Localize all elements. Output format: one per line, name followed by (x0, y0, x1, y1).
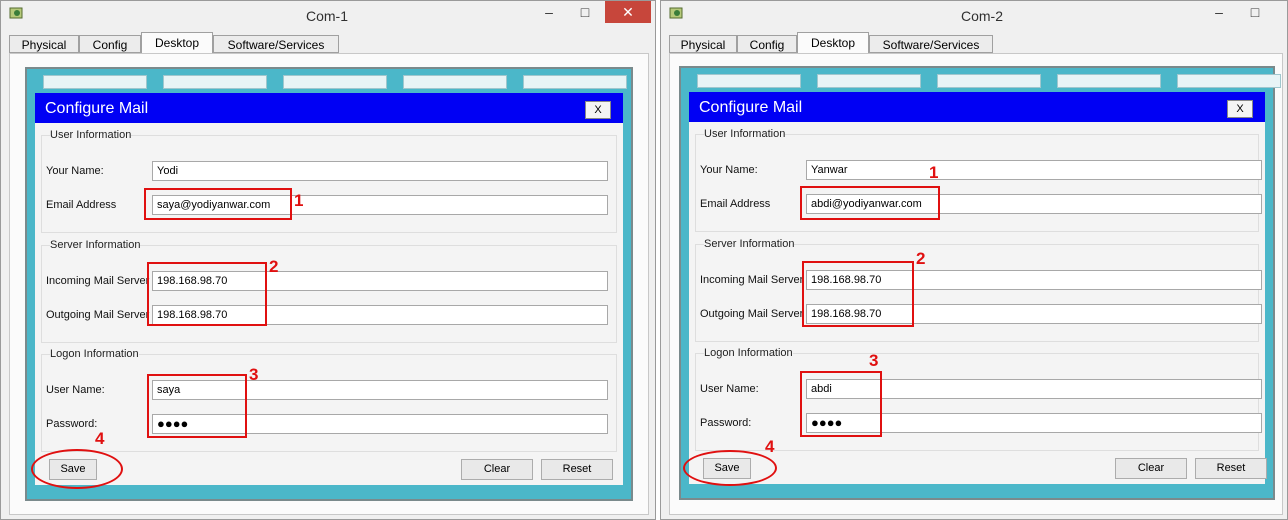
title-bar[interactable]: Com-2 – □ (661, 1, 1287, 31)
dialog-close-button[interactable]: X (585, 101, 611, 119)
dialog-title: Configure Mail (45, 100, 149, 117)
incoming-mail-server-label: Incoming Mail Server (700, 274, 804, 286)
your-name-input[interactable]: Yodi (152, 161, 608, 181)
email-address-label: Email Address (46, 199, 117, 211)
configure-mail-dialog: Configure Mail X User Information Your N… (689, 92, 1267, 484)
packet-tracer-icon (669, 7, 683, 19)
desktop-area: Configure Mail X User Information Your N… (25, 67, 633, 501)
desktop-app-icon[interactable] (43, 75, 147, 89)
highlight-box (147, 262, 267, 326)
desktop-app-icon[interactable] (937, 74, 1041, 88)
tab-physical[interactable]: Physical (669, 35, 737, 53)
desktop-pane: Configure Mail X User Information Your N… (9, 53, 649, 515)
desktop-app-icon[interactable] (817, 74, 921, 88)
group-label: Logon Information (50, 348, 139, 360)
window-title: Com-1 (306, 8, 349, 24)
desktop-pane: Configure Mail X User Information Your N… (669, 53, 1283, 515)
highlight-oval (31, 449, 123, 489)
user-information-group: User Information Your Name: Yodi Email A… (41, 129, 617, 233)
email-address-label: Email Address (700, 198, 771, 210)
desktop-app-icon[interactable] (697, 74, 801, 88)
maximize-button[interactable]: □ (1237, 1, 1273, 23)
desktop-app-icon[interactable] (1177, 74, 1281, 88)
annotation-number: 4 (95, 429, 105, 448)
user-information-group: User Information Your Name: Yanwar Email… (695, 128, 1262, 232)
close-window-button[interactable]: ✕ (605, 1, 651, 23)
com1-window: Com-1 – □ ✕ Physical Config Desktop Soft… (0, 0, 656, 520)
group-label: Server Information (704, 238, 795, 250)
annotation-number: 2 (916, 249, 926, 268)
maximize-button[interactable]: □ (567, 1, 603, 23)
incoming-mail-server-label: Incoming Mail Server (46, 275, 150, 287)
outgoing-mail-server-label: Outgoing Mail Server (46, 309, 150, 321)
desktop-app-icon[interactable] (403, 75, 507, 89)
tab-physical[interactable]: Physical (9, 35, 79, 53)
user-name-label: User Name: (700, 383, 759, 395)
tab-desktop[interactable]: Desktop (141, 32, 213, 54)
highlight-box (144, 188, 292, 220)
configure-mail-dialog: Configure Mail X User Information Your N… (35, 93, 623, 485)
dialog-close-button[interactable]: X (1227, 100, 1253, 118)
clear-button[interactable]: Clear (1115, 458, 1187, 479)
dialog-header: Configure Mail X (35, 93, 623, 123)
desktop-area: Configure Mail X User Information Your N… (679, 66, 1281, 500)
minimize-button[interactable]: – (1201, 1, 1237, 23)
logon-information-group: Logon Information User Name: saya Passwo… (41, 348, 617, 452)
server-information-group: Server Information Incoming Mail Server … (41, 239, 617, 343)
highlight-box (147, 374, 247, 438)
password-label: Password: (700, 417, 752, 429)
tab-desktop[interactable]: Desktop (797, 32, 869, 54)
dialog-title: Configure Mail (699, 99, 803, 116)
desktop-app-icon[interactable] (1057, 74, 1161, 88)
your-name-input[interactable]: Yanwar (806, 160, 1262, 180)
dialog-header: Configure Mail X (689, 92, 1265, 122)
window-title: Com-2 (961, 8, 1004, 24)
tab-software-services[interactable]: Software/Services (869, 35, 993, 53)
tab-config[interactable]: Config (737, 35, 797, 53)
logon-information-group: Logon Information User Name: abdi Passwo… (695, 347, 1262, 451)
annotation-number: 1 (294, 191, 304, 210)
annotation-number: 1 (929, 163, 939, 182)
com2-window: Com-2 – □ Physical Config Desktop Softwa… (660, 0, 1288, 520)
annotation-number: 2 (269, 257, 279, 276)
annotation-number: 4 (765, 437, 775, 456)
group-label: Server Information (50, 239, 141, 251)
group-label: Logon Information (704, 347, 793, 359)
minimize-button[interactable]: – (531, 1, 567, 23)
tab-config[interactable]: Config (79, 35, 141, 53)
packet-tracer-icon (9, 7, 23, 19)
outgoing-mail-server-label: Outgoing Mail Server (700, 308, 804, 320)
title-bar[interactable]: Com-1 – □ ✕ (1, 1, 655, 31)
tab-software-services[interactable]: Software/Services (213, 35, 339, 53)
password-label: Password: (46, 418, 98, 430)
desktop-app-icon[interactable] (283, 75, 387, 89)
user-name-label: User Name: (46, 384, 105, 396)
group-label: User Information (50, 129, 132, 141)
highlight-oval (683, 450, 777, 486)
your-name-label: Your Name: (700, 164, 758, 176)
annotation-number: 3 (249, 365, 259, 384)
desktop-app-icon[interactable] (523, 75, 627, 89)
desktop-app-icon[interactable] (163, 75, 267, 89)
highlight-box (800, 371, 882, 437)
highlight-box (802, 261, 914, 327)
your-name-label: Your Name: (46, 165, 104, 177)
server-information-group: Server Information Incoming Mail Server … (695, 238, 1262, 342)
annotation-number: 3 (869, 351, 879, 370)
highlight-box (800, 186, 940, 220)
reset-button[interactable]: Reset (1195, 458, 1267, 479)
clear-button[interactable]: Clear (461, 459, 533, 480)
group-label: User Information (704, 128, 786, 140)
reset-button[interactable]: Reset (541, 459, 613, 480)
